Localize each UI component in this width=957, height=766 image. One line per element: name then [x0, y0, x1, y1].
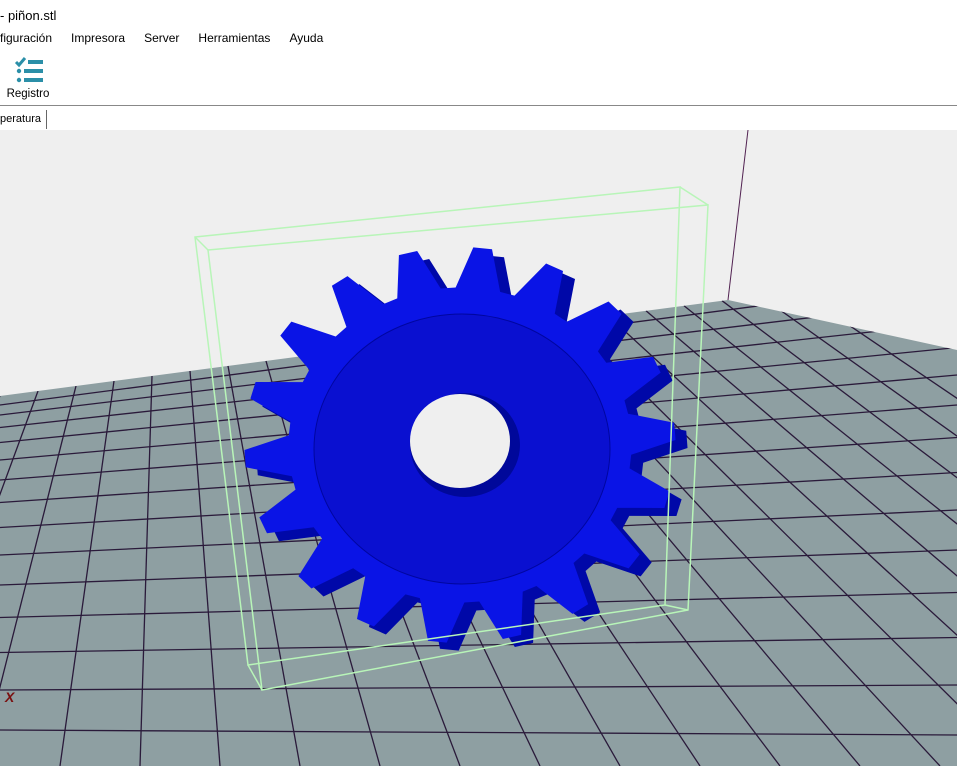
checklist-icon — [14, 57, 43, 83]
tab-temperatura[interactable]: peratura — [0, 110, 47, 129]
bore-hole — [410, 394, 510, 488]
menu-impresora[interactable]: Impresora — [71, 31, 125, 49]
registro-label: Registro — [6, 88, 50, 100]
toolbar-divider — [0, 105, 957, 106]
x-axis-label: X — [4, 689, 16, 705]
menu-ayuda[interactable]: Ayuda — [289, 31, 323, 49]
registro-button[interactable]: Registro — [4, 56, 52, 100]
menu-configuracion[interactable]: figuración — [0, 31, 52, 49]
menu-herramientas[interactable]: Herramientas — [198, 31, 270, 49]
menu-bar: figuración Impresora Server Herramientas… — [0, 31, 342, 49]
menu-server[interactable]: Server — [144, 31, 179, 49]
window-title: - piñon.stl — [0, 8, 57, 23]
3d-viewport[interactable]: X — [0, 130, 957, 766]
